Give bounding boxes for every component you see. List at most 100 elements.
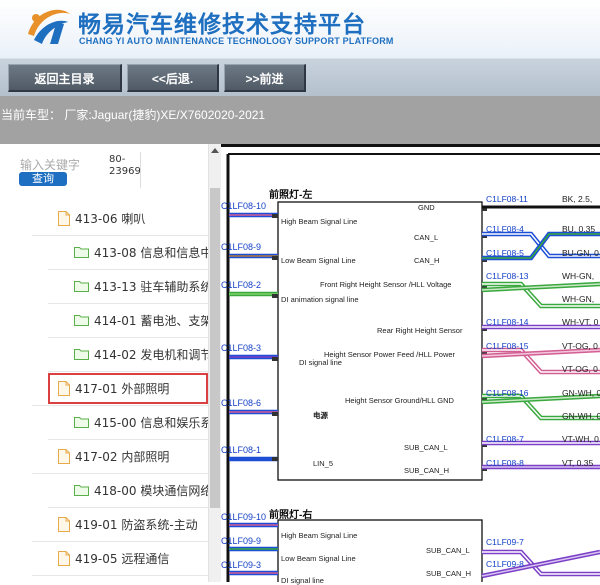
tree-item-label: 417-02 内部照明 xyxy=(75,449,170,464)
box-signal-label: Rear Right Height Sensor xyxy=(377,326,463,335)
box-signal-label: SUB_CAN_L xyxy=(404,443,448,452)
headlamp-left-title: 前照灯-左 xyxy=(269,190,313,201)
platform-subtitle: CHANG YI AUTO MAINTENANCE TECHNOLOGY SUP… xyxy=(79,36,394,46)
scroll-thumb[interactable] xyxy=(210,188,220,508)
diagram-top-band xyxy=(221,144,600,147)
file-icon xyxy=(58,210,70,226)
folder-icon xyxy=(74,349,89,360)
current-vehicle-label: 当前车型： 厂家:Jaguar(捷豹)XE/X7602020-2021 xyxy=(1,108,266,122)
wire-spec-label: VT-OG, 0 xyxy=(562,364,598,374)
tree-item[interactable]: 419-05 远程通信 xyxy=(58,543,208,573)
wire-spec-label: BU, 0.35 xyxy=(562,224,596,234)
left-connector-label: C1LF08-2 xyxy=(221,280,262,290)
right-connector-label: C1LF08-16 xyxy=(486,388,529,398)
pin-marker xyxy=(272,214,278,218)
box-signal-label: LIN_5 xyxy=(313,459,334,468)
box-signal-label: Height Sensor Power Feed /HLL Power xyxy=(324,350,456,359)
box-signal-label: DI signal line xyxy=(299,358,342,367)
box-signal-label: SUB_CAN_H xyxy=(426,569,472,578)
box-signal-label: SUB_CAN_H xyxy=(404,466,450,475)
file-icon xyxy=(58,448,70,464)
tree-scrollbar[interactable] xyxy=(208,144,221,582)
right-connector-label: C1LF09-8 xyxy=(486,559,524,569)
wire-spec-label: VT, 0.35 xyxy=(562,458,594,468)
search-input[interactable]: 输入关键字 xyxy=(20,156,80,173)
box-signal-label: 电源 xyxy=(313,411,328,420)
right-connector-label: C1LF09-7 xyxy=(486,537,524,547)
tree-item-label: 414-01 蓄电池、支架 xyxy=(94,313,208,328)
folder-icon xyxy=(74,417,89,428)
pin-marker xyxy=(272,457,278,461)
tree-item-label: 414-02 发电机和调节 xyxy=(94,347,208,362)
wire-spec-label: WH-VT, 0 xyxy=(562,317,599,327)
right-connector-label: C1LF08-8 xyxy=(486,458,524,468)
right-connector-label: C1LF08-13 xyxy=(486,271,529,281)
tree-item[interactable]: 419-01 防盗系统-主动 xyxy=(58,509,208,539)
headlamp-left-box xyxy=(277,201,483,481)
tree-item-label: 413-06 喇叭 xyxy=(75,211,146,226)
forward-button[interactable]: >>前进 xyxy=(224,64,306,92)
scroll-up-icon[interactable] xyxy=(211,148,219,153)
tree-item[interactable]: 417-02 内部照明 xyxy=(58,441,208,471)
left-connector-label: C1LF08-3 xyxy=(221,343,262,353)
tree-item-label: 419-01 防盗系统-主动 xyxy=(75,517,198,532)
right-connector-label: C1LF08-7 xyxy=(486,434,524,444)
box-signal-label: Height Sensor Ground/HLL GND xyxy=(345,396,454,405)
left-connector-label: C1LF08-6 xyxy=(221,398,262,408)
right-connector-label: C1LF08-15 xyxy=(486,341,529,351)
tree-item[interactable]: 414-01 蓄电池、支架 xyxy=(74,305,208,335)
pin-marker xyxy=(272,294,278,298)
pin-marker xyxy=(272,412,278,416)
tree-item[interactable]: 414-02 发电机和调节 xyxy=(74,339,208,369)
folder-icon xyxy=(74,485,89,496)
left-connector-label: C1LF08-1 xyxy=(221,445,262,455)
box-signal-label: SUB_CAN_L xyxy=(426,546,470,555)
right-connector-label: C1LF08-14 xyxy=(486,317,529,327)
logo-icon xyxy=(28,9,70,44)
app-header: 畅易汽车维修技术支持平台 CHANG YI AUTO MAINTENANCE T… xyxy=(0,0,600,58)
tree-item[interactable]: 413-06 喇叭 xyxy=(58,203,208,233)
wire-spec-label: WH-GN, xyxy=(562,271,595,281)
left-connector-label: C1LF09-10 xyxy=(221,512,267,522)
tree-item[interactable]: 413-13 驻车辅助系统 xyxy=(74,271,208,301)
wire-spec-label: BK, 2.5, xyxy=(562,194,593,204)
right-connector-label: C1LF08-5 xyxy=(486,248,524,258)
folder-icon xyxy=(74,315,89,326)
tree-item[interactable]: 415-00 信息和娱乐系 xyxy=(74,407,208,437)
tree-item-label: 413-08 信息和信息中 xyxy=(94,245,208,260)
code-text: 80- 23969 xyxy=(109,154,141,177)
query-button[interactable]: 查询 xyxy=(19,172,67,186)
wire-spec-label: BU-GN, 0 xyxy=(562,248,599,258)
home-button[interactable]: 返回主目录 xyxy=(8,64,122,92)
left-connector-label: C1LF08-9 xyxy=(221,242,262,252)
box-signal-label: High Beam Signal Line xyxy=(281,531,358,540)
tree-item-label: 419-05 远程通信 xyxy=(75,551,170,566)
box-signal-label: Low Beam Signal Line xyxy=(281,256,356,265)
right-connector-label: C1LF08-4 xyxy=(486,224,524,234)
box-signal-label: High Beam Signal Line xyxy=(281,217,358,226)
vehicle-bar: 当前车型： 厂家:Jaguar(捷豹)XE/X7602020-2021 xyxy=(0,96,600,144)
box-signal-label: CAN_L xyxy=(414,233,439,242)
file-icon xyxy=(58,516,70,532)
back-button[interactable]: <<后退. xyxy=(127,64,219,92)
box-signal-label: DI animation signal line xyxy=(281,295,359,304)
wire-spec-label: GN-WH, 0 xyxy=(562,411,600,421)
tree-item-label: 415-00 信息和娱乐系 xyxy=(94,415,208,430)
box-signal-label: CAN_H xyxy=(414,256,440,265)
left-connector-label: C1LF09-3 xyxy=(221,560,262,570)
tree-item[interactable]: 418-00 模块通信网络 xyxy=(74,475,208,505)
folder-icon xyxy=(74,281,89,292)
folder-icon xyxy=(74,247,89,258)
box-signal-label: DI signal line xyxy=(281,576,324,585)
left-connector-label: C1LF08-10 xyxy=(221,201,267,211)
pin-marker xyxy=(272,357,278,361)
tree-item-label: 418-00 模块通信网络 xyxy=(94,483,208,498)
tree-item[interactable]: 413-08 信息和信息中 xyxy=(74,237,208,267)
box-signal-label: Front Right Height Sensor /HLL Voltage xyxy=(320,280,452,289)
platform-title: 畅易汽车维修技术支持平台 xyxy=(78,12,366,38)
file-icon xyxy=(58,550,70,566)
wire-spec-label: VT-WH, 0 xyxy=(562,434,599,444)
tree-item-label: 413-13 驻车辅助系统 xyxy=(94,279,208,294)
right-connector-label: C1LF08-11 xyxy=(486,194,528,204)
headlamp-right-title: 前照灯-右 xyxy=(269,510,313,521)
